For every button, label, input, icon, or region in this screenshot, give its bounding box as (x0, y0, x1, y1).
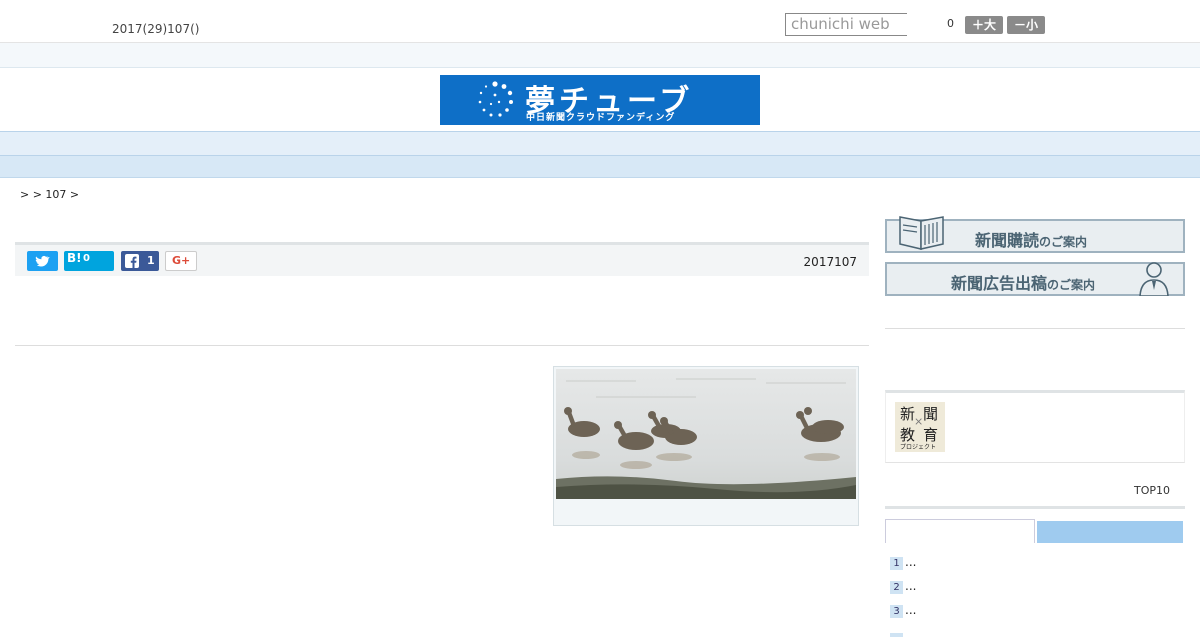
article-photo[interactable] (556, 369, 856, 499)
sidebar-divider (885, 328, 1185, 329)
edu-char-1: 新 (900, 405, 916, 423)
edu-char-2: 聞 (923, 405, 939, 423)
ranking-tab-2[interactable] (1037, 521, 1183, 543)
twitter-icon (35, 255, 50, 267)
rank-number: 2 (890, 581, 903, 594)
businessman-icon (1139, 262, 1169, 296)
search-input[interactable]: chunichi web (785, 13, 907, 36)
hatena-count: 0 (83, 253, 90, 264)
article-date: 2017107 (803, 255, 857, 269)
top-bar: 2017(29)107() chunichi web 0 ＋大 －小 (0, 0, 1200, 43)
sub-header-bar (0, 43, 1200, 68)
open-book-icon (899, 216, 944, 250)
breadcrumb[interactable]: > > 107 > (20, 188, 79, 201)
newspaper-ad-button[interactable]: 新聞広告出稿のご案内 (885, 262, 1185, 296)
rank-number-partial (890, 633, 903, 637)
sub-nav-bar (0, 156, 1200, 178)
subscription-label: 新聞購読のご案内 (975, 227, 1087, 251)
ad-label: 新聞広告出稿のご案内 (951, 270, 1095, 294)
rank-text: ... (905, 555, 917, 569)
facebook-count: 1 (147, 254, 155, 267)
ranking-item[interactable]: 1... (890, 555, 916, 570)
google-plus-share-button[interactable]: G+ (165, 251, 197, 271)
ad-main-text: 新聞広告出稿 (951, 274, 1048, 293)
newspaper-subscription-button[interactable]: 新聞購読のご案内 (885, 216, 1185, 253)
dots-logo-icon (478, 81, 513, 117)
ad-tail-text: のご案内 (1047, 278, 1096, 292)
edu-caption: プロジェクト (900, 444, 937, 451)
yume-tube-banner[interactable]: 夢チューブ 中日新聞クラウドファンディング (440, 75, 760, 125)
ranking-tab-1[interactable] (885, 519, 1035, 543)
article-photo-frame (553, 366, 859, 526)
sidebar-divider (885, 506, 1185, 509)
ranking-item[interactable]: 3... (890, 603, 916, 618)
rank-number: 1 (890, 557, 903, 570)
rank-text: ... (905, 603, 917, 617)
hatena-label: B! (67, 251, 82, 265)
google-plus-icon: G+ (172, 254, 191, 267)
ranking-item[interactable]: 2... (890, 579, 916, 594)
edu-char-3: × (914, 415, 924, 428)
divider (15, 345, 869, 346)
ranking-item-partial[interactable] (890, 626, 905, 640)
current-date: 2017(29)107() (112, 22, 200, 36)
top10-heading: TOP10 (1134, 484, 1171, 497)
rank-number: 3 (890, 605, 903, 618)
newspaper-education-project-box[interactable]: 新 聞 × 教 育 プロジェクト (885, 390, 1185, 463)
font-smaller-button[interactable]: －小 (1007, 16, 1045, 34)
font-size-value: 0 (947, 17, 954, 30)
subscription-tail-text: のご案内 (1039, 235, 1088, 249)
share-bar: B! 0 1 G+ 2017107 (15, 242, 869, 276)
twitter-share-button[interactable] (27, 251, 58, 271)
facebook-icon (125, 254, 139, 268)
hatena-bookmark-button[interactable]: B! 0 (64, 251, 114, 271)
banner-subtitle: 中日新聞クラウドファンディング (526, 113, 676, 123)
facebook-share-button[interactable]: 1 (121, 251, 159, 271)
newspaper-education-logo[interactable]: 新 聞 × 教 育 プロジェクト (895, 402, 945, 452)
main-nav (0, 131, 1200, 156)
font-larger-button[interactable]: ＋大 (965, 16, 1003, 34)
rank-text: ... (905, 579, 917, 593)
subscription-main-text: 新聞購読 (975, 231, 1040, 250)
